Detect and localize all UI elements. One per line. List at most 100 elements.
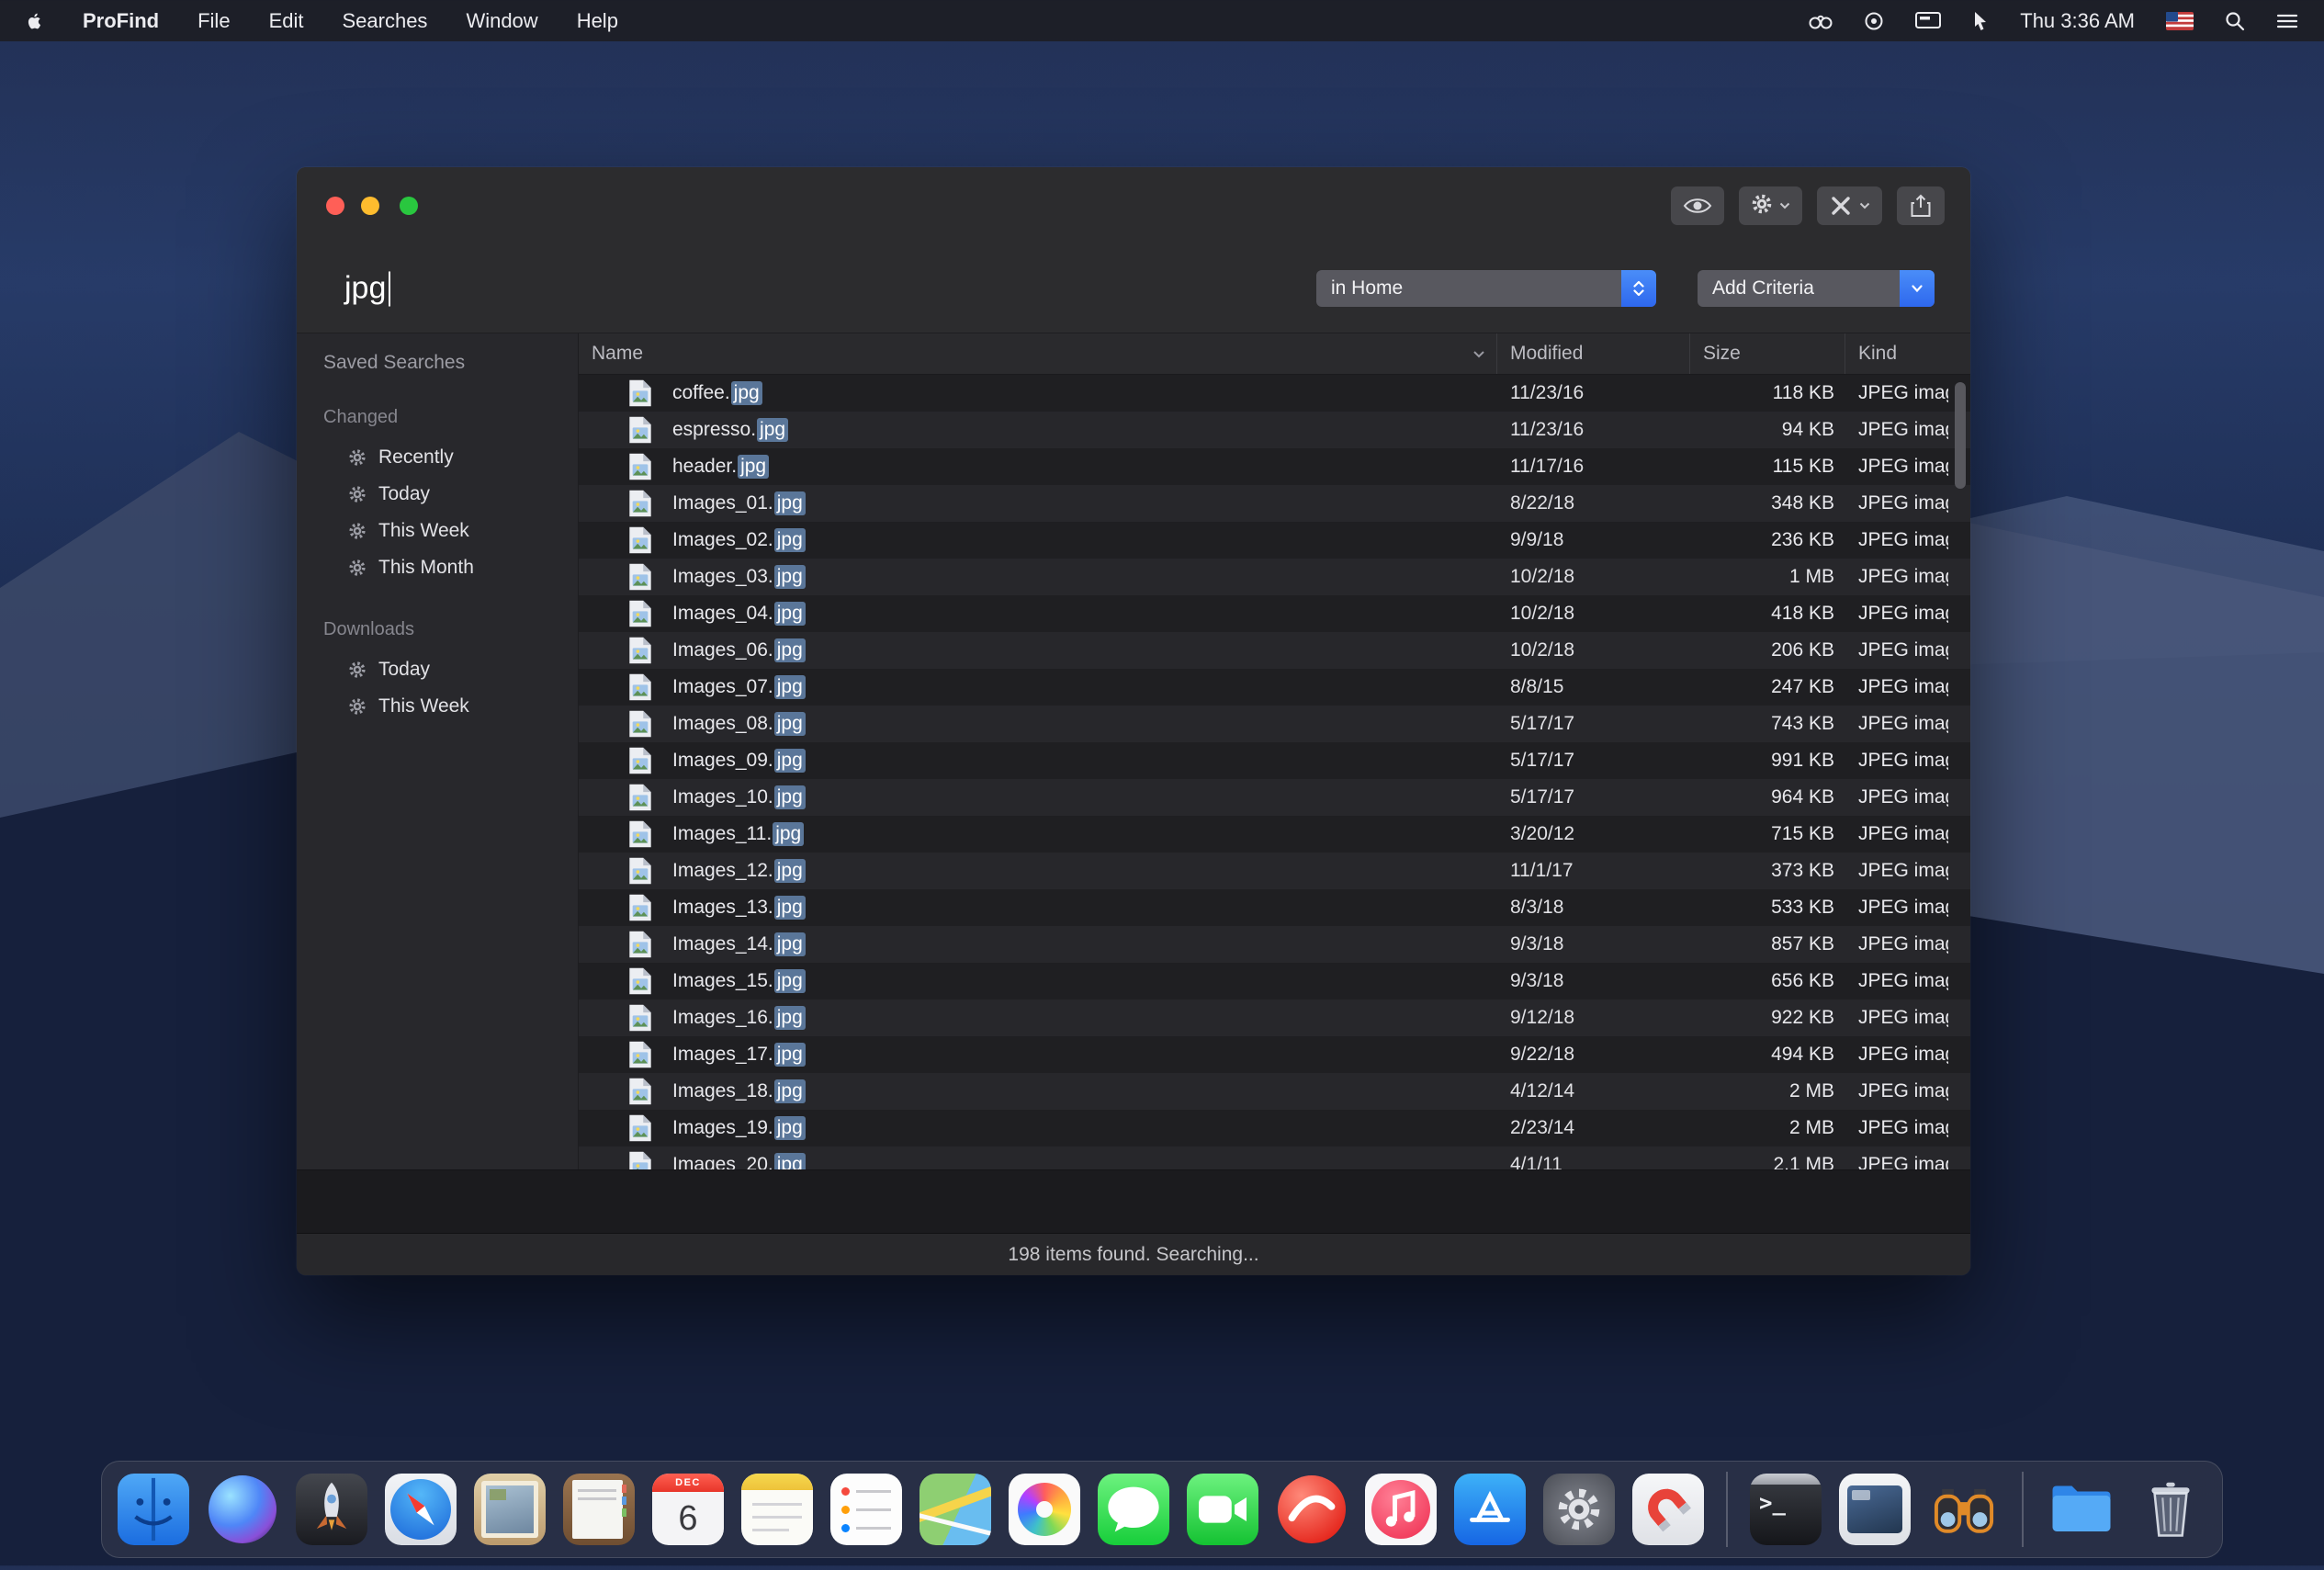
file-name: Images_12.jpg <box>672 859 806 883</box>
jpeg-file-icon <box>628 746 652 775</box>
sidebar-item-downloads-today[interactable]: Today <box>297 651 578 688</box>
menu-window[interactable]: Window <box>466 9 537 33</box>
table-row[interactable]: Images_04.jpg10/2/18418 KBJPEG image <box>579 595 1970 632</box>
dock-safari-icon[interactable] <box>382 1471 459 1548</box>
dock-notes-icon[interactable] <box>739 1471 816 1548</box>
sidebar-item-downloads-this-week[interactable]: This Week <box>297 688 578 725</box>
dock-profind-icon[interactable] <box>1925 1471 2002 1548</box>
zoom-window-button[interactable] <box>400 197 418 215</box>
table-row[interactable]: Images_08.jpg5/17/17743 KBJPEG image <box>579 706 1970 742</box>
smart-search-gear-icon <box>348 559 367 577</box>
add-criteria-button[interactable]: Add Criteria <box>1698 270 1935 307</box>
table-row[interactable]: Images_10.jpg5/17/17964 KBJPEG image <box>579 779 1970 816</box>
search-scope-popup[interactable]: in Home <box>1316 270 1656 307</box>
table-row[interactable]: Images_13.jpg8/3/18533 KBJPEG image <box>579 889 1970 926</box>
action-gear-button[interactable] <box>1739 186 1802 225</box>
dock-contacts-icon[interactable] <box>560 1471 637 1548</box>
dock-app-store-icon[interactable] <box>1451 1471 1529 1548</box>
table-row[interactable]: Images_03.jpg10/2/181 MBJPEG image <box>579 559 1970 595</box>
binoculars-status-icon[interactable] <box>1809 12 1833 30</box>
menu-searches[interactable]: Searches <box>342 9 427 33</box>
apple-menu-icon[interactable] <box>26 12 44 30</box>
size-cell: 2.1 MB <box>1690 1154 1845 1169</box>
size-cell: 236 KB <box>1690 529 1845 551</box>
circle-status-icon[interactable] <box>1864 11 1884 31</box>
notification-center-icon[interactable] <box>2276 13 2298 29</box>
dock-siri-icon[interactable] <box>204 1471 281 1548</box>
tools-button[interactable] <box>1817 186 1882 225</box>
sidebar-item-changed-this-week[interactable]: This Week <box>297 513 578 549</box>
dock-separator <box>2022 1472 2024 1547</box>
window-titlebar[interactable] <box>297 167 1970 244</box>
dock-system-preferences-icon[interactable] <box>1540 1471 1618 1548</box>
dock-magnet-icon[interactable] <box>1630 1471 1707 1548</box>
dock-photos-icon[interactable] <box>1006 1471 1083 1548</box>
column-header-name[interactable]: Name <box>579 333 1497 374</box>
menu-bar-clock[interactable]: Thu 3:36 AM <box>2020 9 2135 33</box>
dock-news-icon[interactable] <box>1273 1471 1350 1548</box>
menu-help[interactable]: Help <box>577 9 618 33</box>
dock-launchpad-icon[interactable] <box>293 1471 370 1548</box>
spotlight-search-icon[interactable] <box>2225 11 2245 31</box>
dock-screenshot-icon[interactable] <box>1836 1471 1913 1548</box>
table-row[interactable]: Images_19.jpg2/23/142 MBJPEG image <box>579 1110 1970 1146</box>
table-row[interactable]: header.jpg11/17/16115 KBJPEG image <box>579 448 1970 485</box>
share-button[interactable] <box>1897 186 1945 225</box>
size-cell: 2 MB <box>1690 1117 1845 1139</box>
dock-terminal-icon[interactable]: >_ <box>1747 1471 1824 1548</box>
pointer-status-icon[interactable] <box>1972 11 1989 31</box>
column-header-kind[interactable]: Kind <box>1845 333 1970 374</box>
sidebar-item-label: Recently <box>378 446 454 469</box>
dock-facetime-icon[interactable] <box>1184 1471 1261 1548</box>
sidebar-item-changed-recently[interactable]: Recently <box>297 439 578 476</box>
active-app-menu[interactable]: ProFind <box>83 9 159 33</box>
sidebar-item-changed-today[interactable]: Today <box>297 476 578 513</box>
dock-mail-icon[interactable] <box>471 1471 548 1548</box>
dock-calendar-icon[interactable]: DEC6 <box>649 1471 727 1548</box>
table-row[interactable]: coffee.jpg11/23/16118 KBJPEG image <box>579 375 1970 412</box>
size-cell: 206 KB <box>1690 639 1845 661</box>
sidebar-item-changed-this-month[interactable]: This Month <box>297 549 578 586</box>
dock-music-icon[interactable] <box>1362 1471 1439 1548</box>
table-row[interactable]: Images_20.jpg4/1/112.1 MBJPEG image <box>579 1146 1970 1169</box>
table-row[interactable]: Images_18.jpg4/12/142 MBJPEG image <box>579 1073 1970 1110</box>
table-row[interactable]: Images_09.jpg5/17/17991 KBJPEG image <box>579 742 1970 779</box>
dock-trash-icon[interactable] <box>2132 1471 2209 1548</box>
table-row[interactable]: espresso.jpg11/23/1694 KBJPEG image <box>579 412 1970 448</box>
vertical-scrollbar-thumb[interactable] <box>1955 382 1966 489</box>
modified-cell: 3/20/12 <box>1497 823 1690 845</box>
table-row[interactable]: Images_07.jpg8/8/15247 KBJPEG image <box>579 669 1970 706</box>
dock-maps-icon[interactable] <box>917 1471 994 1548</box>
jpeg-file-icon <box>628 1150 652 1169</box>
dock-messages-icon[interactable] <box>1095 1471 1172 1548</box>
kind-cell: JPEG image <box>1845 566 1948 588</box>
table-row[interactable]: Images_01.jpg8/22/18348 KBJPEG image <box>579 485 1970 522</box>
table-row[interactable]: Images_12.jpg11/1/17373 KBJPEG image <box>579 853 1970 889</box>
column-header-size[interactable]: Size <box>1690 333 1845 374</box>
menu-file[interactable]: File <box>197 9 230 33</box>
close-window-button[interactable] <box>326 197 344 215</box>
table-row[interactable]: Images_02.jpg9/9/18236 KBJPEG image <box>579 522 1970 559</box>
input-source-flag-icon[interactable] <box>2166 12 2194 30</box>
sidebar-section-changed: ChangedRecentlyTodayThis WeekThis Month <box>297 407 578 586</box>
dock-reminders-icon[interactable] <box>828 1471 905 1548</box>
table-row[interactable]: Images_15.jpg9/3/18656 KBJPEG image <box>579 963 1970 1000</box>
dock-folder-icon[interactable] <box>2043 1471 2120 1548</box>
minimize-window-button[interactable] <box>361 197 379 215</box>
table-row[interactable]: Images_06.jpg10/2/18206 KBJPEG image <box>579 632 1970 669</box>
preview-eye-button[interactable] <box>1671 186 1724 225</box>
table-row[interactable]: Images_16.jpg9/12/18922 KBJPEG image <box>579 1000 1970 1036</box>
app-tile <box>1365 1474 1437 1545</box>
menu-edit[interactable]: Edit <box>269 9 304 33</box>
file-name: Images_10.jpg <box>672 785 806 809</box>
section-label: Downloads <box>323 619 578 640</box>
dock-finder-icon[interactable] <box>115 1471 192 1548</box>
table-row[interactable]: Images_17.jpg9/22/18494 KBJPEG image <box>579 1036 1970 1073</box>
column-header-modified[interactable]: Modified <box>1497 333 1690 374</box>
search-query-input[interactable]: jpg <box>344 271 390 307</box>
sidebar-item-label: This Week <box>378 520 469 542</box>
display-status-icon[interactable] <box>1915 12 1941 30</box>
table-row[interactable]: Images_11.jpg3/20/12715 KBJPEG image <box>579 816 1970 853</box>
app-tile <box>209 1475 276 1543</box>
table-row[interactable]: Images_14.jpg9/3/18857 KBJPEG image <box>579 926 1970 963</box>
